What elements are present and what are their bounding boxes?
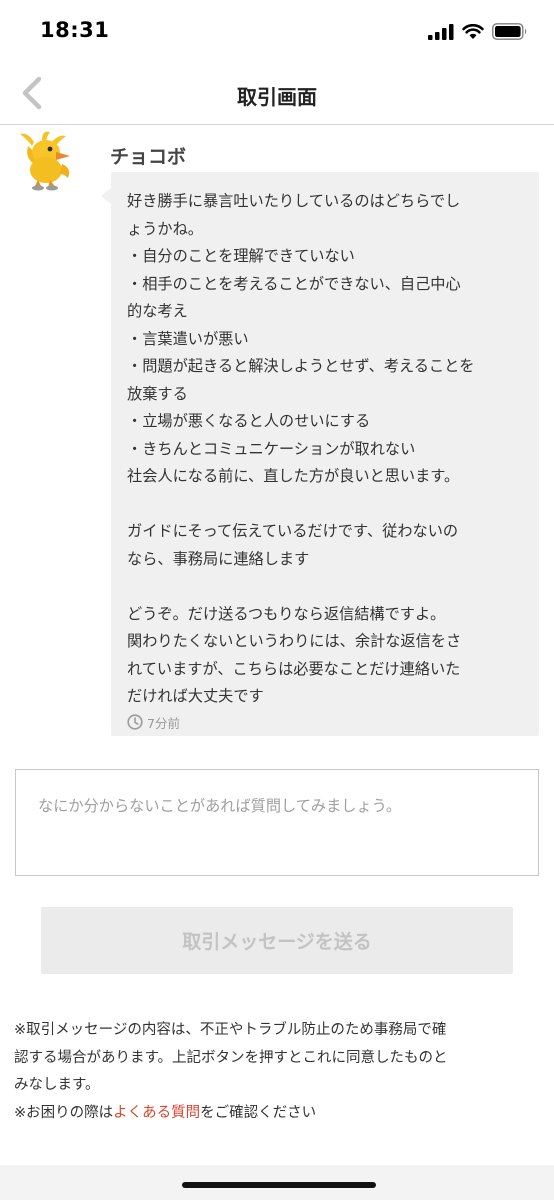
message-line: なら、事務局に連絡します (127, 549, 310, 568)
message-line: 関わりたくないというわりには、余計な返信をさ (127, 632, 462, 650)
message-input-placeholder: なにか分からないことがあれば質問してみましょう。 (38, 797, 402, 815)
message-line: どうぞ。だけ送るつもりなら返信結構ですよ。 (127, 604, 446, 623)
message-line: ・言葉遣いが悪い (127, 329, 249, 348)
message-line: れていますが、こちらは必要なことだけ連絡いた (127, 659, 461, 678)
notice-line: 認する場合があります。上記ボタンを押すとこれに同意したものと (14, 1049, 448, 1066)
notice-line: みなします。 (14, 1077, 100, 1093)
notice-help-suffix: をご確認ください (200, 1104, 317, 1121)
notice-text: ※取引メッセージの内容は、不正やトラブル防止のため事務局で確 認する場合がありま… (14, 1017, 544, 1127)
message-line: ・相手のことを考えることができない、自己中心 (127, 274, 461, 293)
bottom-bar (0, 1165, 554, 1200)
timestamp-text: 7分前 (147, 715, 180, 731)
clock-icon (127, 714, 143, 730)
status-time: 18:31 (40, 18, 110, 42)
avatar[interactable] (16, 130, 76, 192)
message-line: ・きちんとコミュニケーションが取れない (127, 439, 416, 458)
message-bubble: 好き勝手に暴言吐いたりしているのはどちらでし ょうかね。 ・自分のことを理解でき… (101, 172, 539, 736)
message-timestamp: 7分前 (127, 713, 525, 732)
nav-bar: 取引画面 (0, 62, 554, 125)
page-title: 取引画面 (237, 85, 317, 109)
message-line: ・立場が悪くなると人のせいにする (127, 412, 371, 430)
wifi-icon (462, 23, 484, 39)
send-message-button[interactable]: 取引メッセージを送る (41, 907, 513, 974)
message-line: ・自分のことを理解できていない (127, 247, 355, 265)
battery-icon (492, 23, 527, 40)
notice-line: ※取引メッセージの内容は、不正やトラブル防止のため事務局で確 (14, 1022, 447, 1038)
status-bar: 18:31 (0, 0, 554, 62)
message-line: ・問題が起きると解決しようとせず、考えることを (127, 357, 475, 375)
message-line: だければ大丈夫です (127, 687, 264, 705)
home-indicator[interactable] (182, 1182, 376, 1188)
notice-help-line: ※お困りの際はよくある質問をご確認ください (14, 1100, 544, 1128)
message-line: ょうかね。 (127, 219, 203, 238)
message-text: 好き勝手に暴言吐いたりしているのはどちらでし ょうかね。 ・自分のことを理解でき… (127, 188, 525, 711)
faq-link[interactable]: よくある質問 (113, 1105, 200, 1121)
message-line: 社会人になる前に、直した方が良いと思います。 (127, 467, 460, 485)
message-input[interactable]: なにか分からないことがあれば質問してみましょう。 (15, 769, 539, 876)
sender-name: チョコボ (110, 146, 187, 168)
status-icons (428, 23, 528, 40)
message-line: 好き勝手に暴言吐いたりしているのはどちらでし (127, 192, 461, 210)
message-line: ガイドにそって伝えているだけです、従わないの (127, 522, 459, 540)
message-line: 的な考え (127, 302, 188, 320)
signal-icon (428, 23, 454, 40)
notice-help-prefix: ※お困りの際は (14, 1104, 114, 1121)
message-line: 放棄する (127, 384, 188, 403)
